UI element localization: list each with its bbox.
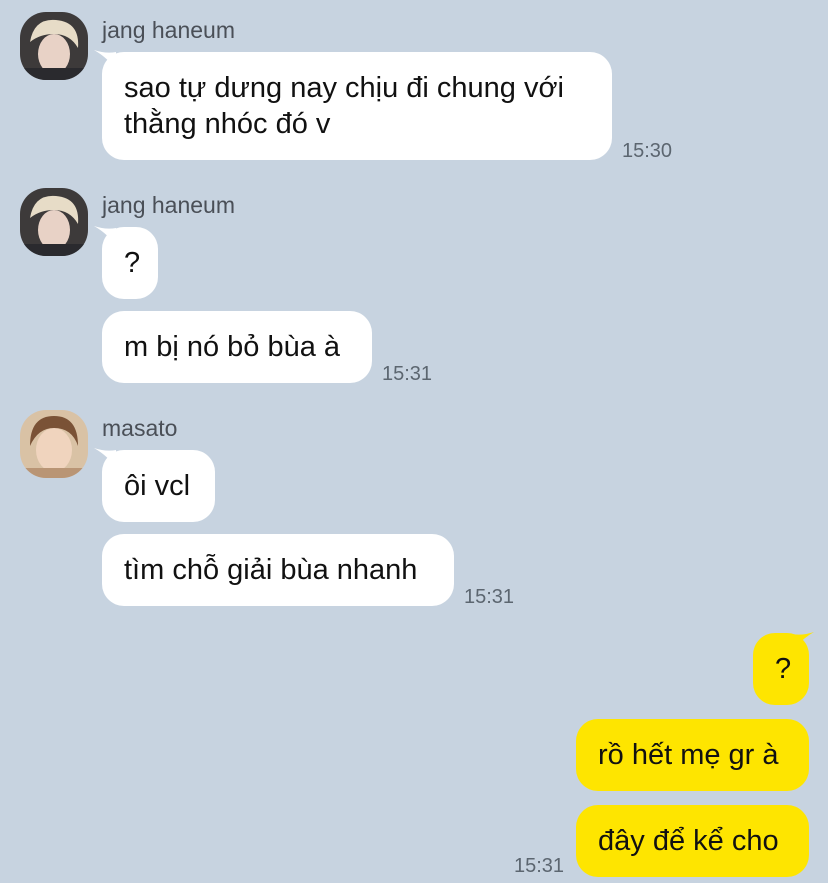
message-bubble[interactable]: sao tự dưng nay chịu đi chung với thằng … [102, 52, 612, 160]
avatar-jang-haneum[interactable] [20, 12, 88, 80]
avatar-brown-icon [20, 410, 88, 478]
message-text: ? [124, 247, 141, 279]
message-bubble[interactable]: ? [102, 227, 158, 299]
message-bubble[interactable]: tìm chỗ giải bùa nhanh [102, 534, 454, 606]
sender-name: masato [102, 415, 178, 441]
my-message-bubble[interactable]: đây để kể cho [576, 805, 809, 877]
message-bubble[interactable]: m bị nó bỏ bùa à [102, 311, 372, 383]
message-text: ôi vcl [124, 470, 191, 502]
message-text: m bị nó bỏ bùa à [124, 331, 341, 363]
sender-name: jang haneum [102, 192, 235, 218]
timestamp: 15:30 [622, 140, 673, 162]
message-text: tìm chỗ giải bùa nhanh [124, 554, 418, 586]
avatar-jang-haneum[interactable] [20, 188, 88, 256]
timestamp: 15:31 [382, 363, 433, 385]
message-bubble[interactable]: ôi vcl [102, 450, 215, 522]
sender-name: jang haneum [102, 17, 235, 43]
timestamp: 15:31 [514, 855, 565, 877]
message-text: đây để kể cho [598, 825, 779, 857]
message-text: rồ hết mẹ gr à [598, 739, 779, 771]
avatar-blond-icon [20, 188, 88, 256]
my-message-bubble[interactable]: ? [753, 633, 809, 705]
message-text: ? [775, 653, 792, 685]
my-message-bubble[interactable]: rồ hết mẹ gr à [576, 719, 809, 791]
timestamp: 15:31 [464, 586, 515, 608]
message-line: sao tự dưng nay chịu đi chung với [124, 72, 564, 104]
avatar-blond-icon [20, 12, 88, 80]
message-line: thằng nhóc đó v [124, 108, 331, 140]
avatar-masato[interactable] [20, 410, 88, 478]
